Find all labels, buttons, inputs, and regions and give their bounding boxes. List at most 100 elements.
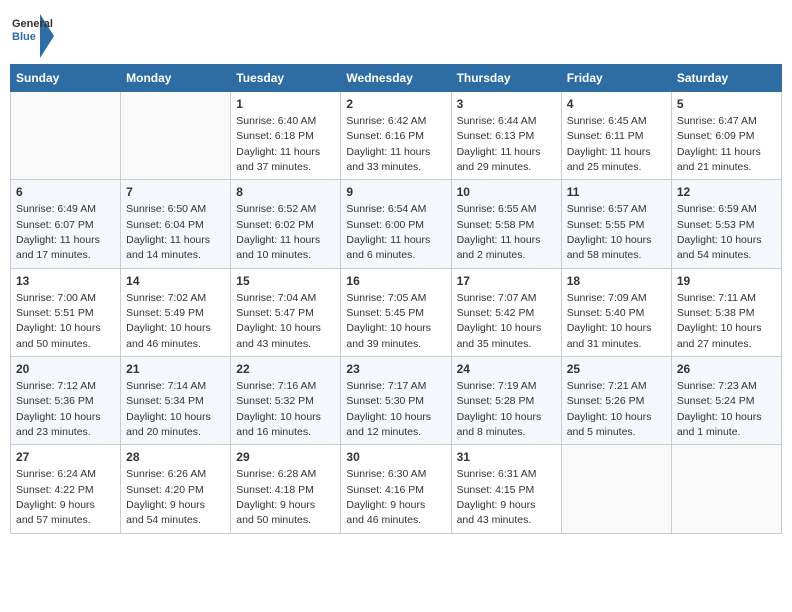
day-number: 17 [457,273,556,290]
day-number: 27 [16,449,115,466]
calendar-cell: 4 Sunrise: 6:45 AMSunset: 6:11 PMDaylight… [561,92,671,180]
calendar-cell: 11 Sunrise: 6:57 AMSunset: 5:55 PMDayligh… [561,180,671,268]
day-info: Sunrise: 7:12 AMSunset: 5:36 PMDaylight:… [16,380,101,438]
day-info: Sunrise: 6:44 AMSunset: 6:13 PMDaylight:… [457,115,541,173]
calendar-cell: 24 Sunrise: 7:19 AMSunset: 5:28 PMDayligh… [451,357,561,445]
day-number: 23 [346,361,445,378]
calendar-cell: 20 Sunrise: 7:12 AMSunset: 5:36 PMDayligh… [11,357,121,445]
day-number: 3 [457,96,556,113]
day-number: 16 [346,273,445,290]
day-number: 4 [567,96,666,113]
day-info: Sunrise: 6:49 AMSunset: 6:07 PMDaylight:… [16,203,100,261]
calendar-cell: 12 Sunrise: 6:59 AMSunset: 5:53 PMDayligh… [671,180,781,268]
day-number: 8 [236,184,335,201]
day-number: 5 [677,96,776,113]
day-info: Sunrise: 6:50 AMSunset: 6:04 PMDaylight:… [126,203,210,261]
day-number: 31 [457,449,556,466]
day-number: 30 [346,449,445,466]
calendar-cell: 8 Sunrise: 6:52 AMSunset: 6:02 PMDaylight… [231,180,341,268]
day-info: Sunrise: 7:23 AMSunset: 5:24 PMDaylight:… [677,380,762,438]
calendar-cell: 2 Sunrise: 6:42 AMSunset: 6:16 PMDaylight… [341,92,451,180]
day-header-saturday: Saturday [671,65,781,92]
day-number: 15 [236,273,335,290]
logo: General Blue [10,14,54,58]
day-info: Sunrise: 7:21 AMSunset: 5:26 PMDaylight:… [567,380,652,438]
day-number: 13 [16,273,115,290]
day-number: 6 [16,184,115,201]
day-header-monday: Monday [121,65,231,92]
calendar-cell: 15 Sunrise: 7:04 AMSunset: 5:47 PMDayligh… [231,268,341,356]
calendar-cell: 16 Sunrise: 7:05 AMSunset: 5:45 PMDayligh… [341,268,451,356]
calendar-cell [11,92,121,180]
day-info: Sunrise: 7:16 AMSunset: 5:32 PMDaylight:… [236,380,321,438]
day-info: Sunrise: 6:26 AMSunset: 4:20 PMDaylight:… [126,468,206,526]
calendar-cell: 31 Sunrise: 6:31 AMSunset: 4:15 PMDayligh… [451,445,561,533]
calendar-cell: 3 Sunrise: 6:44 AMSunset: 6:13 PMDaylight… [451,92,561,180]
day-info: Sunrise: 6:52 AMSunset: 6:02 PMDaylight:… [236,203,320,261]
day-number: 25 [567,361,666,378]
day-header-tuesday: Tuesday [231,65,341,92]
day-number: 7 [126,184,225,201]
calendar-cell: 5Sunrise: 6:47 AMSunset: 6:09 PMDaylight… [671,92,781,180]
calendar-cell: 25 Sunrise: 7:21 AMSunset: 5:26 PMDayligh… [561,357,671,445]
day-info: Sunrise: 7:04 AMSunset: 5:47 PMDaylight:… [236,292,321,350]
day-info: Sunrise: 6:30 AMSunset: 4:16 PMDaylight:… [346,468,426,526]
day-number: 20 [16,361,115,378]
calendar-cell [671,445,781,533]
day-number: 19 [677,273,776,290]
day-info: Sunrise: 6:59 AMSunset: 5:53 PMDaylight:… [677,203,762,261]
calendar-cell: 10 Sunrise: 6:55 AMSunset: 5:58 PMDayligh… [451,180,561,268]
day-info: Sunrise: 6:55 AMSunset: 5:58 PMDaylight:… [457,203,541,261]
day-info: Sunrise: 7:00 AMSunset: 5:51 PMDaylight:… [16,292,101,350]
day-info: Sunrise: 7:02 AMSunset: 5:49 PMDaylight:… [126,292,211,350]
calendar-cell: 18 Sunrise: 7:09 AMSunset: 5:40 PMDayligh… [561,268,671,356]
calendar-cell: 30 Sunrise: 6:30 AMSunset: 4:16 PMDayligh… [341,445,451,533]
day-number: 28 [126,449,225,466]
day-number: 1 [236,96,335,113]
day-number: 14 [126,273,225,290]
day-info: Sunrise: 6:57 AMSunset: 5:55 PMDaylight:… [567,203,652,261]
day-number: 12 [677,184,776,201]
day-number: 26 [677,361,776,378]
calendar-cell: 14 Sunrise: 7:02 AMSunset: 5:49 PMDayligh… [121,268,231,356]
day-number: 24 [457,361,556,378]
calendar-cell: 13 Sunrise: 7:00 AMSunset: 5:51 PMDayligh… [11,268,121,356]
day-info: Sunrise: 7:05 AMSunset: 5:45 PMDaylight:… [346,292,431,350]
calendar-cell: 22 Sunrise: 7:16 AMSunset: 5:32 PMDayligh… [231,357,341,445]
day-header-sunday: Sunday [11,65,121,92]
calendar-cell: 28 Sunrise: 6:26 AMSunset: 4:20 PMDayligh… [121,445,231,533]
calendar-cell: 9 Sunrise: 6:54 AMSunset: 6:00 PMDaylight… [341,180,451,268]
day-number: 22 [236,361,335,378]
day-info: Sunrise: 6:40 AMSunset: 6:18 PMDaylight:… [236,115,320,173]
day-number: 18 [567,273,666,290]
calendar-cell: 1 Sunrise: 6:40 AMSunset: 6:18 PMDaylight… [231,92,341,180]
day-number: 10 [457,184,556,201]
day-info: Sunrise: 7:09 AMSunset: 5:40 PMDaylight:… [567,292,652,350]
calendar-cell [561,445,671,533]
day-header-friday: Friday [561,65,671,92]
day-number: 21 [126,361,225,378]
day-info: Sunrise: 6:31 AMSunset: 4:15 PMDaylight:… [457,468,537,526]
day-number: 9 [346,184,445,201]
day-info: Sunrise: 7:19 AMSunset: 5:28 PMDaylight:… [457,380,542,438]
calendar-cell: 17 Sunrise: 7:07 AMSunset: 5:42 PMDayligh… [451,268,561,356]
day-info: Sunrise: 6:54 AMSunset: 6:00 PMDaylight:… [346,203,430,261]
day-header-thursday: Thursday [451,65,561,92]
day-info: Sunrise: 6:24 AMSunset: 4:22 PMDaylight:… [16,468,96,526]
calendar-cell: 7 Sunrise: 6:50 AMSunset: 6:04 PMDaylight… [121,180,231,268]
calendar-cell [121,92,231,180]
day-info: Sunrise: 6:42 AMSunset: 6:16 PMDaylight:… [346,115,430,173]
day-info: Sunrise: 7:07 AMSunset: 5:42 PMDaylight:… [457,292,542,350]
day-info: Sunrise: 7:14 AMSunset: 5:34 PMDaylight:… [126,380,211,438]
calendar-cell: 27 Sunrise: 6:24 AMSunset: 4:22 PMDayligh… [11,445,121,533]
day-header-wednesday: Wednesday [341,65,451,92]
day-info: Sunrise: 6:45 AMSunset: 6:11 PMDaylight:… [567,115,651,173]
day-info: Sunrise: 6:28 AMSunset: 4:18 PMDaylight:… [236,468,316,526]
day-number: 2 [346,96,445,113]
calendar-cell: 19Sunrise: 7:11 AMSunset: 5:38 PMDayligh… [671,268,781,356]
day-number: 11 [567,184,666,201]
calendar-cell: 23 Sunrise: 7:17 AMSunset: 5:30 PMDayligh… [341,357,451,445]
day-number: 29 [236,449,335,466]
calendar-cell: 29 Sunrise: 6:28 AMSunset: 4:18 PMDayligh… [231,445,341,533]
day-info: Sunrise: 7:17 AMSunset: 5:30 PMDaylight:… [346,380,431,438]
